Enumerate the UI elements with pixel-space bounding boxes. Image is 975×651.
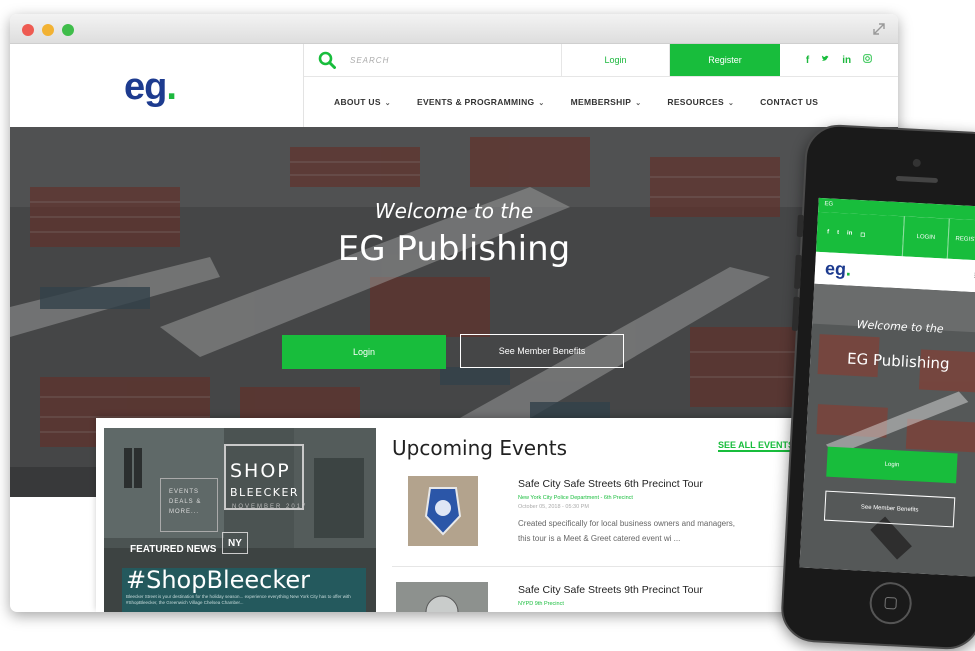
- home-square-icon: [884, 596, 897, 610]
- phone-volume-down: [791, 296, 800, 331]
- phone-camera: [912, 158, 921, 168]
- phone-volume-up: [794, 254, 802, 289]
- content-card: EVENTS DEALS & MORE... SHOP BLEECKER NOV…: [96, 418, 898, 612]
- site-logo[interactable]: eg.: [124, 66, 177, 109]
- events-deals-box: EVENTS DEALS & MORE...: [160, 478, 218, 532]
- ny-badge: NY: [222, 532, 248, 554]
- register-button[interactable]: Register: [670, 44, 780, 76]
- phone-mockup: EG ▭ f t in ◻ LOGIN REGISTER eg. ≡: [779, 123, 975, 651]
- hero-login-button[interactable]: Login: [282, 335, 446, 369]
- phone-hero: Welcome to the EG Publishing Login See M…: [799, 283, 975, 577]
- nav-contact-us[interactable]: CONTACT US: [760, 97, 818, 107]
- featured-news-label: FEATURED NEWS: [130, 544, 217, 555]
- carrier-label: EG: [824, 201, 834, 208]
- nav-membership[interactable]: MEMBERSHIP ⌄: [571, 97, 642, 107]
- phone-login-link[interactable]: LOGIN: [901, 216, 949, 259]
- event-thumbnail[interactable]: [396, 582, 488, 612]
- phone-home-button: [868, 581, 913, 626]
- phone-mute-switch: [796, 214, 804, 238]
- minimize-window-button[interactable]: [42, 24, 54, 36]
- maximize-window-button[interactable]: [62, 24, 74, 36]
- phone-social-links: f t in ◻: [815, 211, 904, 257]
- phone-logo[interactable]: eg.: [825, 258, 852, 280]
- chevron-down-icon: ⌄: [384, 100, 391, 107]
- nav-events-programming[interactable]: EVENTS & PROGRAMMING ⌄: [417, 97, 545, 107]
- hashtag-title: #ShopBleecker: [126, 566, 311, 594]
- phone-speaker: [895, 175, 938, 184]
- shop-text: SHOP: [230, 460, 291, 482]
- search-icon[interactable]: [318, 51, 336, 69]
- login-link[interactable]: Login: [562, 44, 670, 76]
- close-window-button[interactable]: [22, 24, 34, 36]
- featured-excerpt: Bleecker Street is your destination for …: [126, 594, 351, 605]
- instagram-icon[interactable]: [863, 54, 872, 66]
- chevron-down-icon: ⌄: [635, 100, 642, 107]
- social-links: f in: [780, 44, 898, 76]
- browser-titlebar: [10, 14, 898, 44]
- main-nav: ABOUT US ⌄ EVENTS & PROGRAMMING ⌄ MEMBERSH…: [304, 77, 898, 127]
- event-thumbnail[interactable]: [408, 476, 478, 546]
- search-bar[interactable]: SEARCH: [304, 44, 562, 76]
- bleecker-text: BLEECKER: [230, 486, 300, 499]
- twitter-icon[interactable]: t: [837, 230, 839, 236]
- header-top-row: SEARCH Login Register f in: [304, 44, 898, 77]
- featured-news-card[interactable]: EVENTS DEALS & MORE... SHOP BLEECKER NOV…: [104, 428, 376, 612]
- chevron-down-icon: ⌄: [727, 100, 735, 107]
- chevron-down-icon: ⌄: [538, 100, 545, 107]
- fullscreen-icon[interactable]: [872, 22, 886, 36]
- see-member-benefits-button[interactable]: See Member Benefits: [460, 334, 624, 368]
- browser-window: eg. SEARCH Login Register f in ABOUT US …: [10, 14, 898, 612]
- instagram-icon[interactable]: ◻: [860, 231, 865, 238]
- header-right: SEARCH Login Register f in ABOUT US ⌄ EV…: [303, 44, 898, 127]
- linkedin-icon[interactable]: in: [847, 230, 853, 236]
- facebook-icon[interactable]: f: [806, 55, 809, 66]
- site-header: eg. SEARCH Login Register f in ABOUT US …: [10, 44, 898, 127]
- hero-title: EG Publishing: [337, 229, 571, 269]
- featured-date: NOVEMBER 2017: [232, 504, 308, 510]
- linkedin-icon[interactable]: in: [842, 55, 851, 66]
- twitter-icon[interactable]: [821, 54, 830, 66]
- search-input[interactable]: SEARCH: [350, 56, 389, 65]
- phone-screen: EG ▭ f t in ◻ LOGIN REGISTER eg. ≡: [799, 197, 975, 577]
- phone-register-link[interactable]: REGISTER: [946, 218, 975, 261]
- see-all-events-link[interactable]: SEE ALL EVENTS: [718, 440, 795, 452]
- hero-welcome-text: Welcome to the: [374, 199, 534, 223]
- nav-about-us[interactable]: ABOUT US ⌄: [334, 97, 391, 107]
- facebook-icon[interactable]: f: [827, 229, 829, 235]
- upcoming-events-heading: Upcoming Events: [392, 436, 568, 460]
- nav-resources[interactable]: RESOURCES ⌄: [667, 97, 734, 107]
